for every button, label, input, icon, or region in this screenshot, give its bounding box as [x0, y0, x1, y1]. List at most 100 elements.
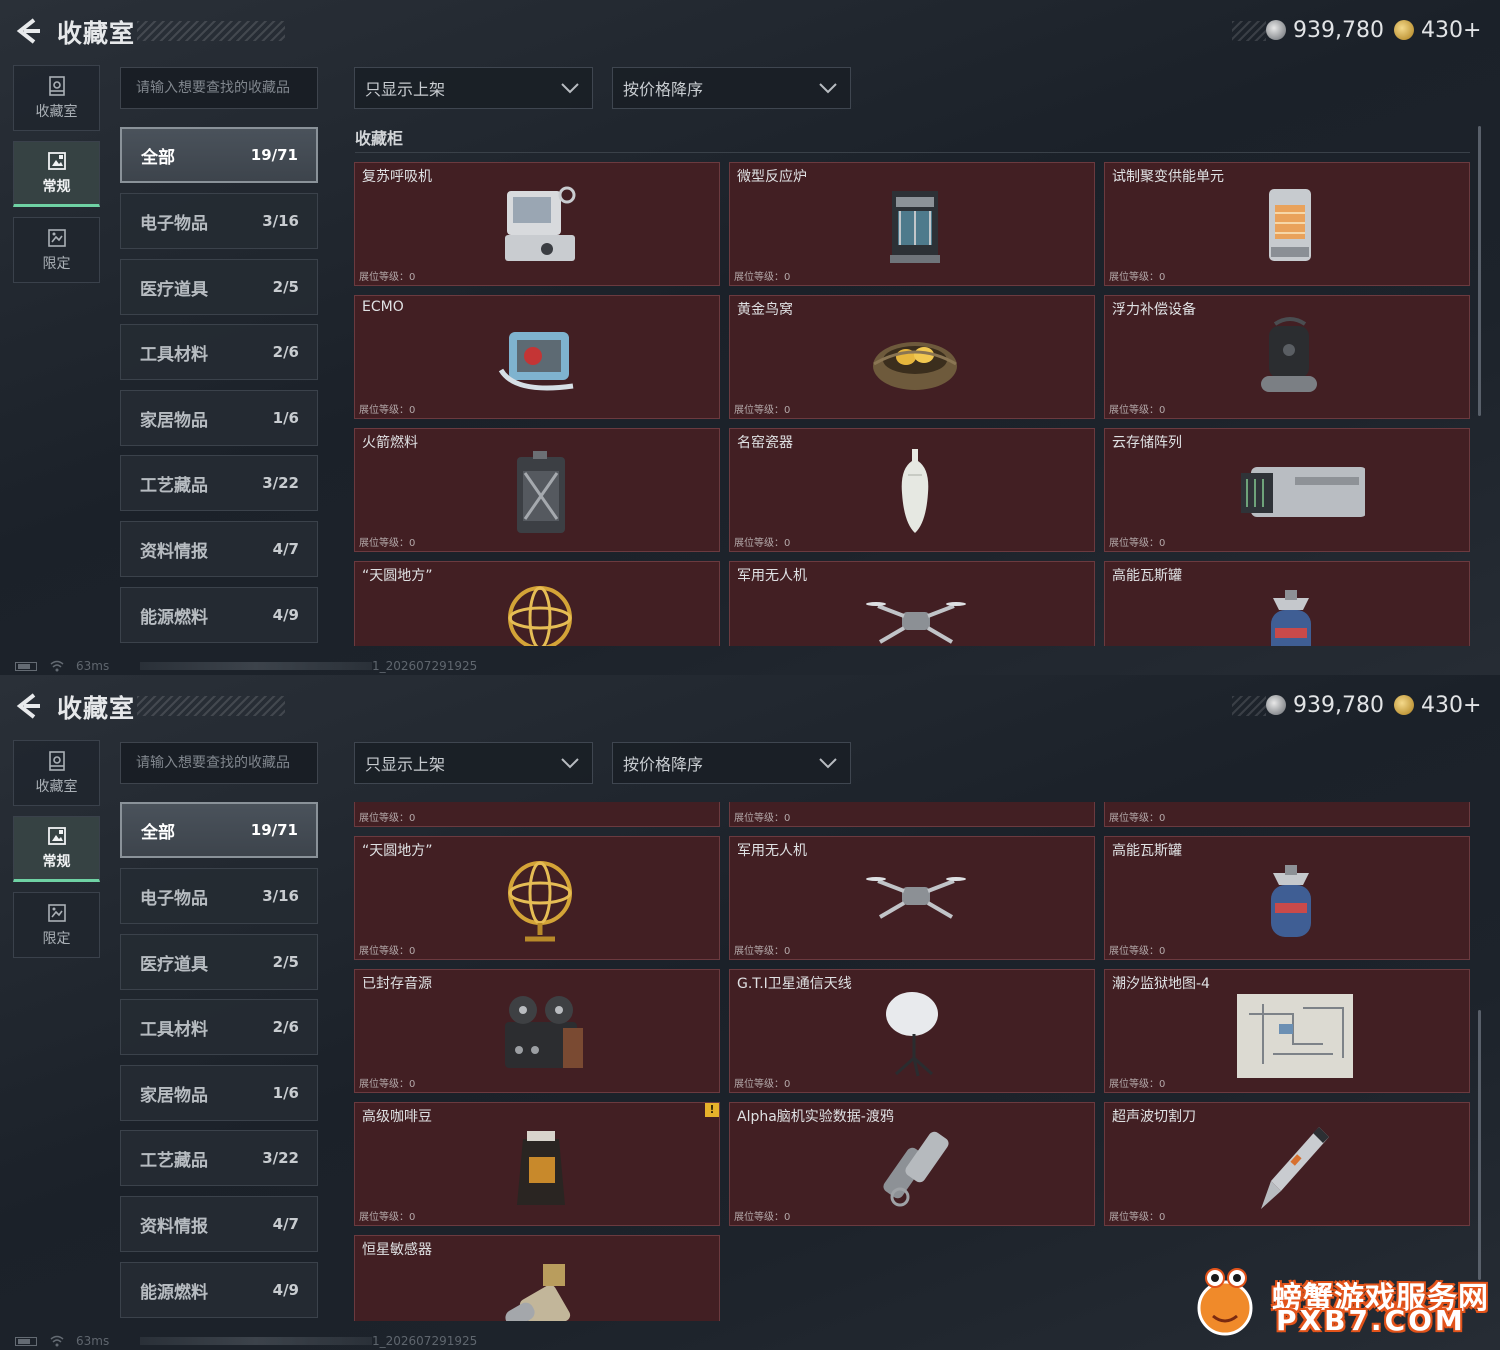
category-medical[interactable]: 医疗道具 2/5	[120, 934, 318, 990]
nav-collection-room[interactable]: 收藏室	[13, 65, 100, 131]
item-card[interactable]: 复苏呼吸机 展位等级：0	[354, 162, 720, 286]
battery-icon	[15, 662, 37, 671]
ecmo-icon	[498, 332, 574, 391]
item-card[interactable]: 火箭燃料 展位等级：0	[354, 428, 720, 552]
booth-level: 展位等级：0	[359, 813, 416, 824]
item-card[interactable]: ECMO 展位等级：0	[354, 295, 720, 419]
category-all[interactable]: 全部 19/71	[120, 802, 318, 858]
category-household[interactable]: 家居物品 1/6	[120, 1065, 318, 1121]
category-intel[interactable]: 资料情报 4/7	[120, 521, 318, 577]
nav-label: 收藏室	[35, 104, 78, 120]
watermark-url: PXB7.COM	[1276, 1304, 1466, 1337]
listed-filter-dropdown[interactable]: 只显示上架	[354, 67, 593, 109]
vertical-scrollbar[interactable]	[1478, 126, 1481, 416]
search-box[interactable]	[120, 742, 318, 784]
item-name: 云存储阵列	[1112, 435, 1182, 451]
storage-array-icon	[1241, 467, 1365, 517]
category-tools[interactable]: 工具材料 2/6	[120, 324, 318, 380]
category-household[interactable]: 家居物品 1/6	[120, 390, 318, 446]
item-card[interactable]: 超声波切割刀 展位等级：0	[1104, 1102, 1470, 1226]
nav-collection-room[interactable]: 收藏室	[13, 740, 100, 806]
category-count: 4/7	[272, 1215, 299, 1233]
back-arrow-icon[interactable]	[14, 692, 42, 720]
ping-readout: 63ms	[76, 659, 110, 673]
sort-dropdown[interactable]: 按价格降序	[612, 742, 851, 784]
nav-regular[interactable]: 常规	[13, 141, 100, 207]
category-medical[interactable]: 医疗道具 2/5	[120, 259, 318, 315]
back-arrow-icon[interactable]	[14, 17, 42, 45]
sort-dropdown[interactable]: 按价格降序	[612, 67, 851, 109]
item-card[interactable]: 高能瓦斯罐 展位等级：0	[1104, 836, 1470, 960]
category-energy[interactable]: 能源燃料 4/9	[120, 587, 318, 643]
sort-label: 按价格降序	[623, 80, 704, 99]
silver-coin-icon	[1266, 20, 1286, 40]
vertical-scrollbar[interactable]	[1478, 1010, 1481, 1280]
gold-amount: 430+	[1421, 17, 1482, 43]
item-card[interactable]: 高级咖啡豆 ! 展位等级：0	[354, 1102, 720, 1226]
nav-limited[interactable]: 限定	[13, 892, 100, 958]
booth-level: 展位等级：0	[359, 1212, 416, 1223]
item-card[interactable]: 军用无人机 展位等级：0	[729, 561, 1095, 646]
item-card[interactable]: G.T.I卫星通信天线 展位等级：0	[729, 969, 1095, 1093]
booth-level: 展位等级：0	[359, 538, 416, 549]
item-card[interactable]: 展位等级：0	[354, 802, 720, 827]
item-card[interactable]: 名窑瓷器 展位等级：0	[729, 428, 1095, 552]
item-card[interactable]: 已封存音源 展位等级：0	[354, 969, 720, 1093]
drone-icon	[866, 877, 966, 919]
item-name: 超声波切割刀	[1112, 1109, 1196, 1125]
silver-amount: 939,780	[1293, 17, 1384, 43]
booth-level: 展位等级：0	[1109, 946, 1166, 957]
item-card[interactable]: 军用无人机 展位等级：0	[729, 836, 1095, 960]
category-all[interactable]: 全部 19/71	[120, 127, 318, 183]
category-crafts[interactable]: 工艺藏品 3/22	[120, 455, 318, 511]
search-input[interactable]	[136, 80, 302, 96]
category-intel[interactable]: 资料情报 4/7	[120, 1196, 318, 1252]
nav-label: 限定	[42, 256, 71, 272]
item-card[interactable]: “天圆地方” 展位等级：0	[354, 836, 720, 960]
item-name: ECMO	[362, 299, 404, 315]
item-card[interactable]: 恒星敏感器 展位等级：0	[354, 1235, 720, 1321]
category-energy[interactable]: 能源燃料 4/9	[120, 1262, 318, 1318]
item-name: 名窑瓷器	[737, 435, 793, 451]
wifi-icon	[50, 1335, 64, 1347]
category-crafts[interactable]: 工艺藏品 3/22	[120, 1130, 318, 1186]
category-count: 3/22	[262, 1149, 299, 1167]
listed-filter-dropdown[interactable]: 只显示上架	[354, 742, 593, 784]
category-name: 能源燃料	[140, 607, 208, 628]
item-name: 军用无人机	[737, 568, 807, 584]
booth-level: 展位等级：0	[734, 946, 791, 957]
item-card[interactable]: 云存储阵列 展位等级：0	[1104, 428, 1470, 552]
category-name: 工艺藏品	[140, 1150, 208, 1171]
gold-currency[interactable]: 430+	[1394, 15, 1481, 45]
silver-currency: 939,780	[1266, 15, 1384, 45]
header: 收藏室 939,780 430+	[0, 0, 1500, 62]
item-card[interactable]: 浮力补偿设备 展位等级：0	[1104, 295, 1470, 419]
item-card[interactable]: 微型反应炉 展位等级：0	[729, 162, 1095, 286]
drone-icon	[866, 602, 966, 644]
golden-nest-icon	[873, 342, 957, 390]
item-card[interactable]: 潮汐监狱地图-4 展位等级：0	[1104, 969, 1470, 1093]
booth-level: 展位等级：0	[359, 272, 416, 283]
item-card[interactable]: 展位等级：0	[729, 802, 1095, 827]
silver-coin-icon	[1266, 695, 1286, 715]
nav-regular[interactable]: 常规	[13, 816, 100, 882]
warning-badge-icon: !	[705, 1103, 719, 1117]
item-card[interactable]: 试制聚变供能单元 展位等级：0	[1104, 162, 1470, 286]
item-card[interactable]: 展位等级：0	[1104, 802, 1470, 827]
nav-limited[interactable]: 限定	[13, 217, 100, 283]
item-card[interactable]: Alpha脑机实验数据-渡鸦 展位等级：0	[729, 1102, 1095, 1226]
item-card[interactable]: 黄金鸟窝 展位等级：0	[729, 295, 1095, 419]
section-divider	[355, 152, 1470, 153]
buoyancy-device-icon	[1261, 317, 1317, 392]
category-electronics[interactable]: 电子物品 3/16	[120, 193, 318, 249]
item-card[interactable]: “天圆地方” 展位等级：0	[354, 561, 720, 646]
search-box[interactable]	[120, 67, 318, 109]
category-tools[interactable]: 工具材料 2/6	[120, 999, 318, 1055]
gold-currency[interactable]: 430+	[1394, 690, 1481, 720]
item-card[interactable]: 高能瓦斯罐 展位等级：0	[1104, 561, 1470, 646]
booth-level: 展位等级：0	[359, 1079, 416, 1090]
search-input[interactable]	[136, 755, 302, 771]
category-electronics[interactable]: 电子物品 3/16	[120, 868, 318, 924]
limited-image-icon	[47, 229, 66, 247]
gold-coin-icon	[1394, 20, 1414, 40]
